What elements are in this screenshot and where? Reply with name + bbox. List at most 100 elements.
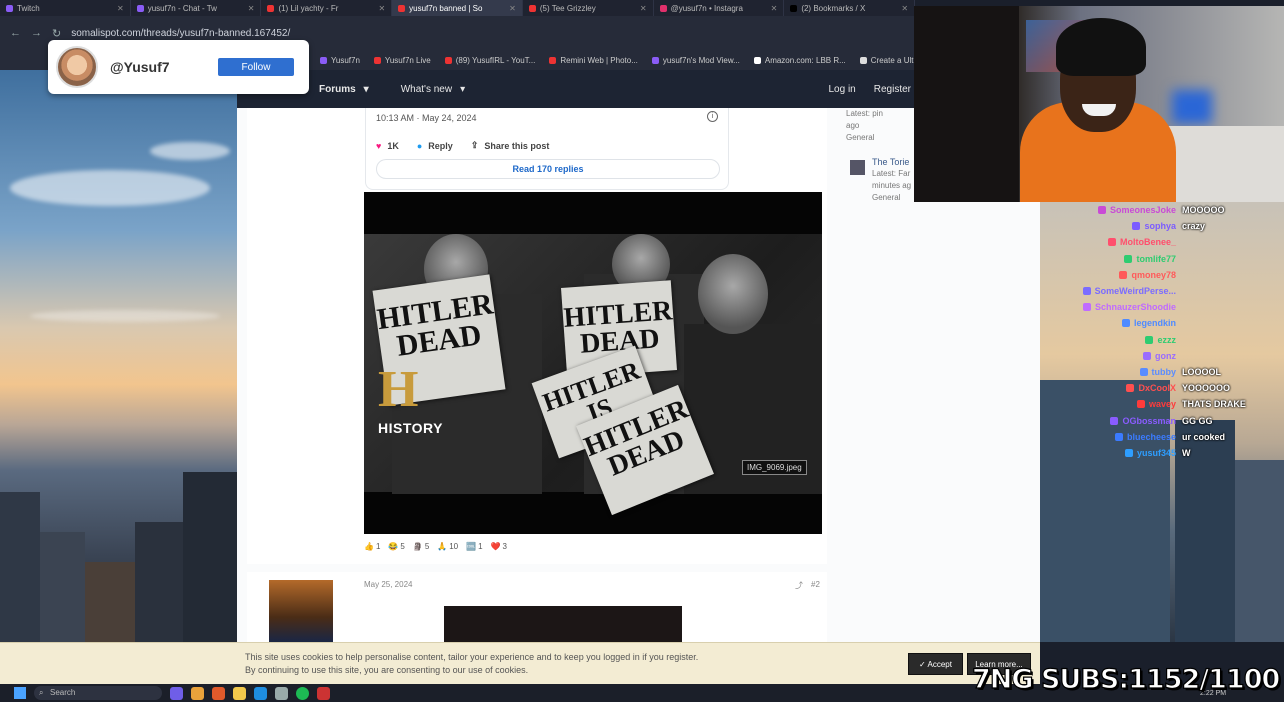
reply-button[interactable]: ● Reply	[417, 140, 453, 151]
sidebar-thread[interactable]: Latest: pin ago General	[846, 108, 916, 144]
forum-post-2: May 25, 2024 ⤴ #2	[247, 572, 827, 642]
chat-badge-icon	[1107, 238, 1116, 247]
chat-username[interactable]: ezzz	[1157, 335, 1176, 345]
accept-cookies-button[interactable]: ✓ Accept	[908, 653, 963, 675]
brave-icon[interactable]	[212, 686, 225, 700]
windows-start-icon[interactable]	[14, 687, 26, 699]
streamer-webcam	[914, 6, 1284, 202]
discord-icon[interactable]	[170, 686, 183, 700]
chat-text: THATS DRAKE	[1182, 399, 1246, 410]
edge-icon[interactable]	[254, 686, 267, 700]
url-text[interactable]: somalispot.com/threads/yusuf7n-banned.16…	[71, 28, 290, 39]
reaction-3[interactable]: 🙏 10	[437, 542, 458, 551]
tab-2[interactable]: (1) Lil yachty - Fr ✕	[261, 0, 393, 16]
bookmark-icon	[859, 56, 867, 64]
chat-message: SomeonesJoke MOOOOO	[1097, 205, 1225, 215]
chat-username[interactable]: DxCoolX	[1138, 383, 1176, 393]
tab-3[interactable]: yusuf7n banned | So ✕	[392, 0, 523, 16]
close-icon[interactable]: ✕	[640, 4, 647, 13]
post-date[interactable]: May 25, 2024	[364, 580, 412, 589]
chat-username[interactable]: legendkin	[1134, 318, 1176, 328]
nav-whats-new[interactable]: What's new ▾	[385, 84, 481, 95]
chat-username[interactable]: OGbossman	[1122, 416, 1176, 426]
reaction-4[interactable]: 🆒 1	[466, 542, 482, 551]
newspaper-photo: HITLER DEAD HITLER DEAD HITLER IS HITLER DEA…	[364, 234, 822, 516]
cookie-notice: This site uses cookies to help personali…	[0, 642, 1040, 684]
tab-5[interactable]: @yusuf7n • Instagra ✕	[654, 0, 785, 16]
bookmark-0[interactable]: Yusuf7n	[320, 56, 360, 65]
close-icon[interactable]: ✕	[901, 4, 908, 13]
reaction-5[interactable]: ❤️ 3	[491, 542, 507, 551]
embedded-video[interactable]	[444, 606, 682, 642]
chat-username[interactable]: wavey	[1149, 399, 1176, 409]
chat-username[interactable]: tomlife77	[1136, 254, 1176, 264]
chat-message: tomlife77	[1124, 254, 1176, 264]
chat-badge-icon	[1121, 319, 1130, 328]
nav-forums[interactable]: Forums ▾	[303, 84, 385, 95]
close-icon[interactable]: ✕	[378, 4, 385, 13]
app-icon[interactable]	[275, 686, 288, 700]
chat-message: tubby LOOOOL	[1139, 367, 1221, 377]
forward-arrow-icon[interactable]: →	[31, 27, 42, 39]
chat-badge-icon	[1139, 368, 1148, 376]
folder-icon[interactable]	[233, 686, 246, 700]
tab-6[interactable]: (2) Bookmarks / X ✕	[784, 0, 916, 16]
register-link[interactable]: Register	[874, 84, 911, 95]
chat-username[interactable]: gonz	[1155, 351, 1176, 361]
bookmark-2[interactable]: (89) YusufIRL - YouT...	[444, 56, 535, 65]
tab-0[interactable]: Twitch ✕	[0, 0, 131, 16]
reaction-1[interactable]: 😂 5	[388, 542, 404, 551]
chrome-icon[interactable]	[191, 686, 204, 700]
bookmark-5[interactable]: Amazon.com: LBB R...	[753, 56, 846, 65]
avatar	[56, 46, 98, 88]
chevron-down-icon: ▾	[460, 83, 466, 95]
avatar[interactable]	[269, 580, 333, 642]
chat-username[interactable]: tubby	[1152, 367, 1177, 377]
chat-username[interactable]: MoltoBenee_	[1120, 237, 1176, 247]
tweet-timestamp: 10:13 AM · May 24, 2024	[376, 113, 477, 123]
chat-message: bluecheese ur cooked	[1114, 432, 1225, 442]
bookmark-1[interactable]: Yusuf7n Live	[373, 56, 431, 65]
obs-icon[interactable]	[317, 686, 330, 700]
post-image[interactable]: HITLER DEAD HITLER DEAD HITLER IS HITLER DEA…	[364, 192, 822, 534]
chat-username[interactable]: SomeonesJoke	[1110, 205, 1176, 215]
close-icon[interactable]: ✕	[117, 4, 124, 13]
chat-username[interactable]: yusuf345	[1137, 448, 1176, 458]
reaction-0[interactable]: 👍 1	[364, 542, 380, 551]
youtube-icon	[267, 4, 275, 12]
bookmark-4[interactable]: yusuf7n's Mod View...	[651, 56, 740, 65]
share-button[interactable]: ⇪ Share this post	[471, 140, 550, 151]
spotify-icon[interactable]	[296, 686, 309, 700]
chat-message: SchnauzerShoodie	[1082, 302, 1176, 312]
close-icon[interactable]: ✕	[509, 4, 516, 13]
back-arrow-icon[interactable]: ←	[10, 27, 21, 39]
read-replies-button[interactable]: Read 170 replies	[376, 159, 720, 179]
share-icon[interactable]: ⤴	[795, 580, 803, 591]
tab-1[interactable]: yusuf7n - Chat - Tw ✕	[131, 0, 262, 16]
chat-username[interactable]: bluecheese	[1127, 432, 1176, 442]
chat-badge-icon	[1119, 270, 1128, 279]
youtube-icon	[373, 56, 381, 64]
chat-username[interactable]: sophya	[1144, 221, 1176, 231]
bookmark-3[interactable]: Remini Web | Photo...	[549, 56, 638, 65]
share-icon: ⇪	[470, 140, 479, 150]
chat-username[interactable]: qmoney78	[1131, 270, 1176, 280]
like-button[interactable]: ♥ 1K	[376, 140, 399, 151]
chat-username[interactable]: SchnauzerShoodie	[1095, 302, 1176, 312]
tab-4[interactable]: (5) Tee Grizzley ✕	[523, 0, 654, 16]
chat-message: SomeWeirdPerse...	[1082, 286, 1176, 296]
follow-button[interactable]: Follow	[218, 58, 294, 76]
login-link[interactable]: Log in	[829, 84, 856, 95]
post-number[interactable]: #2	[811, 580, 820, 589]
chat-username[interactable]: SomeWeirdPerse...	[1095, 286, 1176, 296]
chat-text: ur cooked	[1182, 431, 1226, 442]
close-icon[interactable]: ✕	[771, 4, 778, 13]
close-icon[interactable]: ✕	[248, 4, 255, 13]
reaction-2[interactable]: 🗿 5	[413, 542, 429, 551]
reload-icon[interactable]: ↻	[52, 27, 61, 40]
heart-icon: ♥	[376, 140, 382, 151]
chat-badge-icon	[1145, 335, 1154, 344]
chevron-down-icon: ▾	[363, 83, 369, 95]
taskbar-search[interactable]: ⌕ Search	[34, 686, 162, 700]
info-icon[interactable]: i	[707, 111, 718, 122]
